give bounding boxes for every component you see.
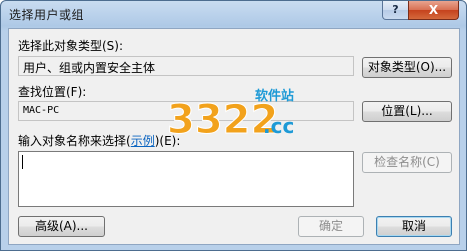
dialog-window: 选择用户或组 ? X 选择此对象类型(S): 用户、组或内置安全主体 对象类型(… [0, 0, 467, 251]
advanced-button[interactable]: 高级(A)... [18, 216, 105, 237]
ok-button[interactable]: 确定 [298, 216, 364, 237]
window-title: 选择用户或组 [9, 8, 85, 22]
examples-link[interactable]: 示例 [131, 134, 155, 148]
location-label: 查找位置(F): [18, 85, 87, 99]
close-button[interactable]: X [408, 1, 459, 20]
object-type-label: 选择此对象类型(S): [18, 39, 124, 53]
help-button[interactable]: ? [382, 1, 409, 20]
location-field: MAC-PC [18, 101, 354, 121]
locations-button[interactable]: 位置(L)... [362, 101, 452, 122]
close-icon: X [428, 3, 439, 17]
cancel-button[interactable]: 取消 [376, 216, 452, 237]
text-caret [22, 155, 23, 169]
object-names-label-end: )(E): [154, 134, 181, 148]
object-names-label: 输入对象名称来选择(示例)(E): [18, 132, 180, 149]
title-bar[interactable]: 选择用户或组 ? X [1, 1, 466, 27]
object-names-label-start: 输入对象名称来选择( [18, 134, 131, 148]
object-names-input[interactable] [18, 151, 354, 207]
object-type-field: 用户、组或内置安全主体 [18, 56, 354, 76]
check-names-button[interactable]: 检查名称(C) [362, 152, 452, 173]
dialog-body: 选择此对象类型(S): 用户、组或内置安全主体 对象类型(O)... 查找位置(… [8, 28, 460, 245]
object-types-button[interactable]: 对象类型(O)... [362, 57, 452, 78]
help-icon: ? [392, 3, 399, 16]
